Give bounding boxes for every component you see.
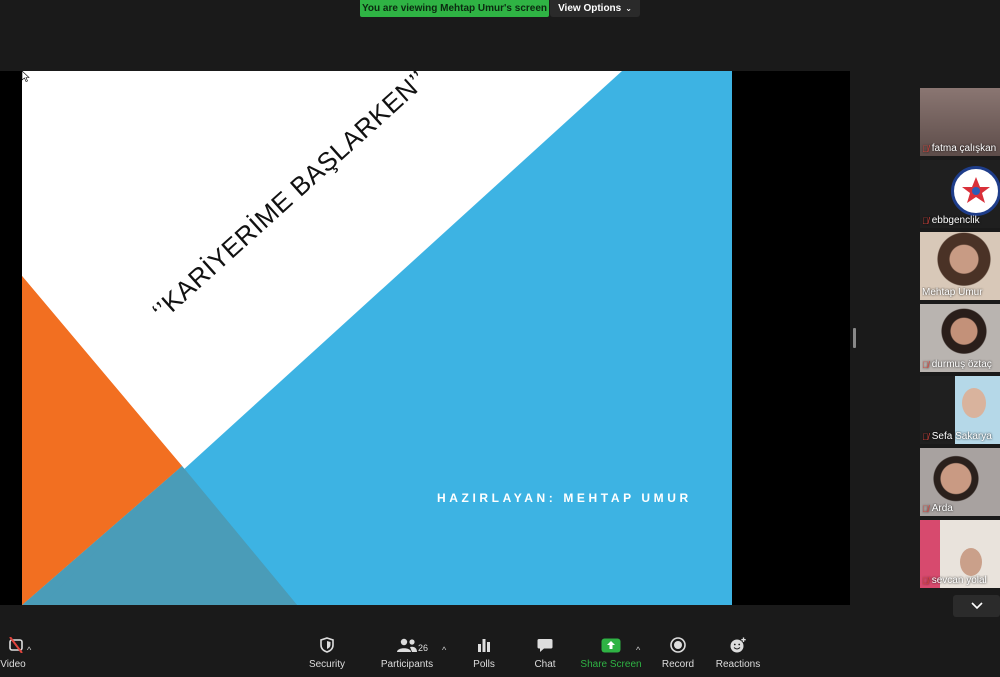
- participant-tile[interactable]: 🎙̸ sevcan yolal: [920, 520, 1000, 588]
- participants-button[interactable]: Participants: [372, 633, 442, 670]
- share-screen-label: Share Screen: [580, 659, 642, 670]
- participant-tile[interactable]: 🎙̸ fatma çalışkan: [920, 88, 1000, 156]
- polls-icon: [478, 639, 490, 652]
- meeting-toolbar: Video ^ Security Participants 26 ^ Polls: [0, 633, 1000, 677]
- participant-name: Mehtap Umur: [922, 287, 983, 298]
- chat-icon: [537, 638, 553, 652]
- record-label: Record: [661, 659, 695, 670]
- share-screen-options-caret[interactable]: ^: [636, 645, 640, 655]
- participant-name: Arda: [931, 503, 953, 514]
- participant-tile[interactable]: 🎙̸ durmuş öztaç: [920, 304, 1000, 372]
- participant-tile[interactable]: 🎙̸ Sefa Sakarya: [920, 376, 1000, 444]
- participants-icon: [397, 638, 417, 652]
- participant-name: ebbgenclik: [931, 215, 980, 226]
- participant-tile-active-speaker[interactable]: Mehtap Umur: [920, 232, 1000, 300]
- video-off-icon: [9, 637, 23, 653]
- shared-screen: ‘’KARİYERİME BAŞLARKEN’’ HAZIRLAYAN: MEH…: [0, 71, 850, 605]
- mic-muted-icon: 🎙̸: [922, 143, 929, 154]
- mouse-cursor-icon: [22, 71, 30, 82]
- panel-resize-handle[interactable]: [853, 328, 856, 348]
- mic-muted-icon: 🎙̸: [922, 431, 929, 442]
- chevron-down-icon: [970, 602, 983, 610]
- shield-icon: [320, 637, 334, 653]
- slide-author: HAZIRLAYAN: MEHTAP UMUR: [437, 491, 692, 505]
- view-options-button[interactable]: View Options ⌄: [550, 0, 640, 17]
- viewing-banner: You are viewing Mehtap Umur's screen: [360, 0, 549, 17]
- participant-name: Sefa Sakarya: [931, 431, 992, 442]
- reactions-button[interactable]: Reactions: [703, 633, 773, 670]
- participant-gallery: 🎙̸ fatma çalışkan 🎙̸ ebbgenclik Mehtap Umu…: [920, 88, 1000, 592]
- participants-count: 26: [418, 643, 429, 653]
- polls-label: Polls: [473, 659, 495, 670]
- participant-tile[interactable]: 🎙̸ ebbgenclik: [920, 160, 1000, 228]
- presentation-slide: ‘’KARİYERİME BAŞLARKEN’’ HAZIRLAYAN: MEH…: [22, 71, 732, 605]
- mic-muted-icon: 🎙̸: [922, 359, 929, 370]
- mic-muted-icon: 🎙̸: [922, 503, 929, 514]
- chat-button[interactable]: Chat: [510, 633, 580, 670]
- mic-muted-icon: 🎙̸: [922, 215, 929, 226]
- participants-options-caret[interactable]: ^: [442, 645, 446, 655]
- organization-logo: [951, 166, 1000, 216]
- polls-button[interactable]: Polls: [449, 633, 519, 670]
- gallery-scroll-down-button[interactable]: [953, 595, 1000, 617]
- view-options-label: View Options: [558, 3, 622, 14]
- video-button[interactable]: Video: [0, 633, 48, 670]
- participants-label: Participants: [380, 659, 434, 670]
- mic-muted-icon: 🎙̸: [922, 575, 929, 586]
- participant-name: sevcan yolal: [931, 575, 987, 586]
- share-screen-icon: [601, 638, 621, 652]
- security-button[interactable]: Security: [292, 633, 362, 670]
- reactions-smiley-icon: [730, 637, 746, 653]
- reactions-label: Reactions: [715, 659, 761, 670]
- security-label: Security: [308, 659, 346, 670]
- chevron-down-icon: ⌄: [625, 4, 632, 13]
- slide-background-shapes: [22, 71, 732, 605]
- participant-name: durmuş öztaç: [931, 359, 992, 370]
- participant-tile[interactable]: 🎙̸ Arda: [920, 448, 1000, 516]
- video-options-caret[interactable]: ^: [27, 645, 31, 655]
- participant-name: fatma çalışkan: [931, 143, 997, 154]
- chat-label: Chat: [534, 659, 556, 670]
- record-icon: [670, 637, 686, 653]
- video-label: Video: [0, 659, 26, 670]
